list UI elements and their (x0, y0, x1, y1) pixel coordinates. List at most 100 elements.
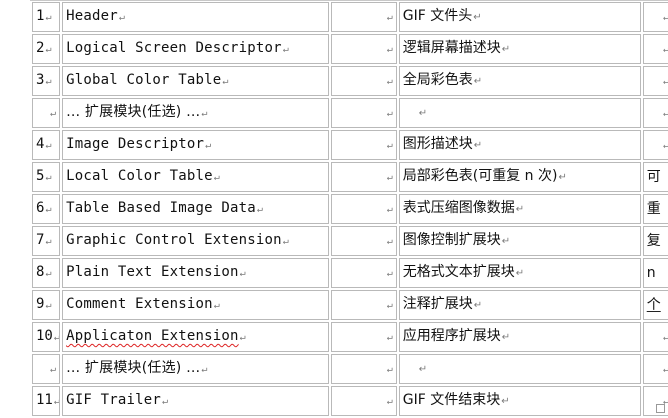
spacer-cell[interactable]: ↵ (330, 194, 397, 224)
spacer-cell[interactable]: ↵ (330, 66, 397, 96)
paragraph-mark-icon: ↵ (50, 108, 57, 119)
row-number-cell[interactable]: 1↵ (32, 2, 61, 32)
side-note-cell[interactable]: 个 (642, 290, 668, 320)
cell-text: 逻辑屏幕描述块 (402, 40, 501, 56)
row-number-cell[interactable]: 9↵ (32, 290, 61, 320)
english-name-cell[interactable]: Image Descriptor↵ (62, 130, 329, 160)
chinese-name-cell[interactable]: 图形描述块↵ (398, 130, 641, 160)
chinese-name-cell[interactable]: ↵ (398, 98, 641, 128)
chinese-name-cell[interactable]: 逻辑屏幕描述块↵ (398, 34, 641, 64)
row-number-cell[interactable]: 5↵ (32, 162, 61, 192)
table-row: ↵… 扩展模块(任选) …↵↵↵↵ (32, 98, 668, 128)
english-name-cell[interactable]: Header↵ (62, 2, 329, 32)
paragraph-mark-icon: ↵ (386, 140, 393, 151)
side-note-cell[interactable]: ↵ (642, 354, 668, 384)
side-note-cell[interactable]: ↵ (642, 98, 668, 128)
english-name-cell[interactable]: Plain Text Extension↵ (62, 258, 329, 288)
english-name-cell[interactable]: Comment Extension↵ (62, 290, 329, 320)
row-number-cell[interactable]: 3↵ (32, 66, 61, 96)
chinese-name-cell[interactable]: GIF 文件结束块↵ (398, 386, 641, 416)
english-name-cell[interactable]: Local Color Table↵ (62, 162, 329, 192)
spacer-cell[interactable]: ↵ (330, 130, 397, 160)
chinese-name-cell[interactable]: 全局彩色表↵ (398, 66, 641, 96)
row-number-cell[interactable]: ↵ (32, 98, 61, 128)
side-note-cell[interactable]: ↵ (642, 130, 668, 160)
chinese-name-cell[interactable]: GIF 文件头↵ (398, 2, 641, 32)
table-row: 1↵Header↵↵GIF 文件头↵↵ (32, 2, 668, 32)
english-name-cell[interactable]: Graphic Control Extension↵ (62, 226, 329, 256)
english-name-cell[interactable]: … 扩展模块(任选) …↵ (62, 354, 329, 384)
gif-structure-table: 1↵Header↵↵GIF 文件头↵↵2↵Logical Screen Desc… (30, 0, 668, 418)
spacer-cell[interactable]: ↵ (330, 386, 397, 416)
chinese-name-cell[interactable]: 注释扩展块↵ (398, 290, 641, 320)
cell-text: … 扩展模块(任选) … (66, 104, 201, 120)
paragraph-mark-icon: ↵ (473, 300, 483, 311)
side-note-cell[interactable]: ↵ (642, 34, 668, 64)
paragraph-mark-icon: ↵ (663, 108, 668, 119)
paragraph-mark-icon: ↵ (386, 108, 393, 119)
chinese-name-cell[interactable]: 无格式文本扩展块↵ (398, 258, 641, 288)
paragraph-mark-icon: ↵ (45, 236, 52, 247)
cell-text: 个 (646, 296, 661, 313)
cell-text: 表式压缩图像数据 (402, 200, 515, 216)
row-number-cell[interactable]: 10↵ (32, 322, 61, 352)
paragraph-mark-icon: ↵ (386, 44, 393, 55)
english-name-cell[interactable]: Applicaton Extension↵ (62, 322, 329, 352)
paragraph-mark-icon: ↵ (386, 12, 393, 23)
row-number-cell[interactable]: 7↵ (32, 226, 61, 256)
chinese-name-cell[interactable]: 局部彩色表(可重复 n 次)↵ (398, 162, 641, 192)
cell-text: … 扩展模块(任选) … (66, 360, 201, 376)
paragraph-mark-icon: ↵ (501, 236, 511, 247)
table-row: 2↵Logical Screen Descriptor↵↵逻辑屏幕描述块↵↵ (32, 34, 668, 64)
paragraph-mark-icon: ↵ (663, 140, 668, 151)
paragraph-mark-icon: ↵ (386, 332, 393, 343)
spacer-cell[interactable]: ↵ (330, 258, 397, 288)
cell-text: 11 (36, 392, 53, 408)
chinese-name-cell[interactable]: 应用程序扩展块↵ (398, 322, 641, 352)
side-note-cell[interactable]: 复 (642, 226, 668, 256)
paragraph-mark-icon: ↵ (45, 300, 52, 311)
chinese-name-cell[interactable]: 表式压缩图像数据↵ (398, 194, 641, 224)
side-note-cell[interactable]: ↵ (642, 322, 668, 352)
chinese-name-cell[interactable]: 图像控制扩展块↵ (398, 226, 641, 256)
row-number-cell[interactable]: ↵ (32, 354, 61, 384)
paragraph-mark-icon: ↵ (386, 236, 393, 247)
side-note-cell[interactable]: ↵ (642, 2, 668, 32)
english-name-cell[interactable]: Logical Screen Descriptor↵ (62, 34, 329, 64)
cell-text: 9 (36, 296, 45, 312)
row-number-cell[interactable]: 6↵ (32, 194, 61, 224)
side-note-cell[interactable]: 可 (642, 162, 668, 192)
cell-text: 6 (36, 200, 45, 216)
paragraph-mark-icon: ↵ (53, 332, 60, 343)
english-name-cell[interactable]: Table Based Image Data↵ (62, 194, 329, 224)
spacer-cell[interactable]: ↵ (330, 290, 397, 320)
spacer-cell[interactable]: ↵ (330, 98, 397, 128)
side-note-cell[interactable]: 重 (642, 194, 668, 224)
spacer-cell[interactable]: ↵ (330, 354, 397, 384)
side-note-cell[interactable]: ↵ (642, 66, 668, 96)
paragraph-mark-icon: ↵ (473, 12, 482, 23)
side-note-cell[interactable]: n (642, 258, 668, 288)
english-name-cell[interactable]: Global Color Table↵ (62, 66, 329, 96)
paragraph-mark-icon: ↵ (201, 108, 208, 119)
table-row: 7↵ Graphic Control Extension↵ ↵ 图像控制扩展块↵ 复 (32, 226, 668, 256)
cell-text: Comment Extension (66, 296, 213, 312)
cell-text: GIF Trailer (66, 392, 161, 408)
spacer-cell[interactable]: ↵ (330, 34, 397, 64)
row-number-cell[interactable]: 2↵ (32, 34, 61, 64)
spacer-cell[interactable]: ↵ (330, 322, 397, 352)
row-number-cell[interactable]: 8↵ (32, 258, 61, 288)
table-resize-handle[interactable] (656, 404, 665, 413)
paragraph-mark-icon: ↵ (162, 396, 169, 407)
spacer-cell[interactable]: ↵ (330, 162, 397, 192)
paragraph-mark-icon: ↵ (386, 300, 393, 311)
english-name-cell[interactable]: … 扩展模块(任选) …↵ (62, 98, 329, 128)
english-name-cell[interactable]: GIF Trailer↵ (62, 386, 329, 416)
spacer-cell[interactable]: ↵ (330, 2, 397, 32)
chinese-name-cell[interactable]: ↵ (398, 354, 641, 384)
cell-text: Global Color Table (66, 72, 222, 88)
cell-text: Plain Text Extension (66, 264, 239, 280)
row-number-cell[interactable]: 4↵ (32, 130, 61, 160)
spacer-cell[interactable]: ↵ (330, 226, 397, 256)
row-number-cell[interactable]: 11↵ (32, 386, 61, 416)
